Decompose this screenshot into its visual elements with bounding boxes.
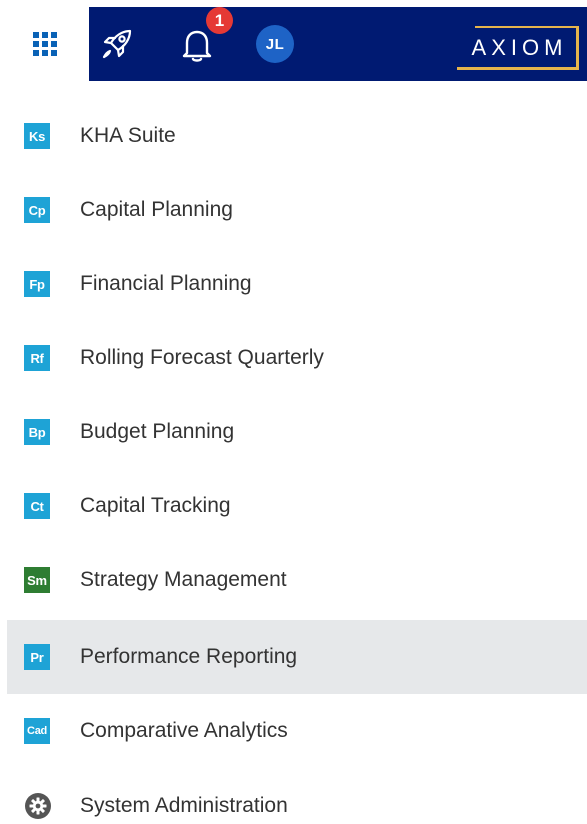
menu-item-performance-reporting[interactable]: Pr Performance Reporting [7,620,587,694]
app-menu-button[interactable] [0,7,89,81]
app-badge: Ks [24,123,50,149]
menu-item-budget-planning[interactable]: Bp Budget Planning [7,395,587,469]
apps-grid-icon [32,32,57,56]
menu-item-strategy-management[interactable]: Sm Strategy Management [7,543,587,617]
launch-button[interactable] [97,24,137,64]
axiom-logo: AXIOM [457,26,579,70]
menu-item-system-administration[interactable]: System Administration [7,769,587,824]
menu-item-label: Budget Planning [80,420,235,443]
menu-item-comparative-analytics[interactable]: Cad Comparative Analytics [7,694,587,768]
app-badge: Ct [24,493,50,519]
app-badge: Bp [24,419,50,445]
top-bar: 1 JL AXIOM [0,7,587,81]
app-badge: Rf [24,345,50,371]
app-badge: Sm [24,567,50,593]
menu-item-financial-planning[interactable]: Fp Financial Planning [7,247,587,321]
menu-item-label: Comparative Analytics [80,719,288,742]
menu-item-label: Capital Tracking [80,494,231,517]
gear-icon [24,792,52,820]
app-launcher-page: 1 JL AXIOM Ks KHA Suite Cp Capital Plann… [0,0,587,824]
menu-item-label: Rolling Forecast Quarterly [80,346,324,369]
header-bar: 1 JL AXIOM [89,7,587,81]
menu-item-label: Strategy Management [80,568,287,591]
menu-item-label: Performance Reporting [80,645,298,668]
menu-item-capital-planning[interactable]: Cp Capital Planning [7,173,587,247]
menu-item-kha-suite[interactable]: Ks KHA Suite [7,99,587,173]
menu-item-capital-tracking[interactable]: Ct Capital Tracking [7,469,587,543]
menu-item-rolling-forecast-quarterly[interactable]: Rf Rolling Forecast Quarterly [7,321,587,395]
menu-item-label: KHA Suite [80,124,176,147]
menu-item-label: Financial Planning [80,272,252,295]
app-badge: Pr [24,644,50,670]
app-badge: Fp [24,271,50,297]
app-badge: Cp [24,197,50,223]
rocket-icon [102,29,132,59]
menu-item-label: Capital Planning [80,198,233,221]
user-avatar[interactable]: JL [256,25,294,63]
menu-item-label: System Administration [80,794,288,817]
app-badge: Cad [24,718,50,744]
notification-count-badge: 1 [206,7,233,34]
